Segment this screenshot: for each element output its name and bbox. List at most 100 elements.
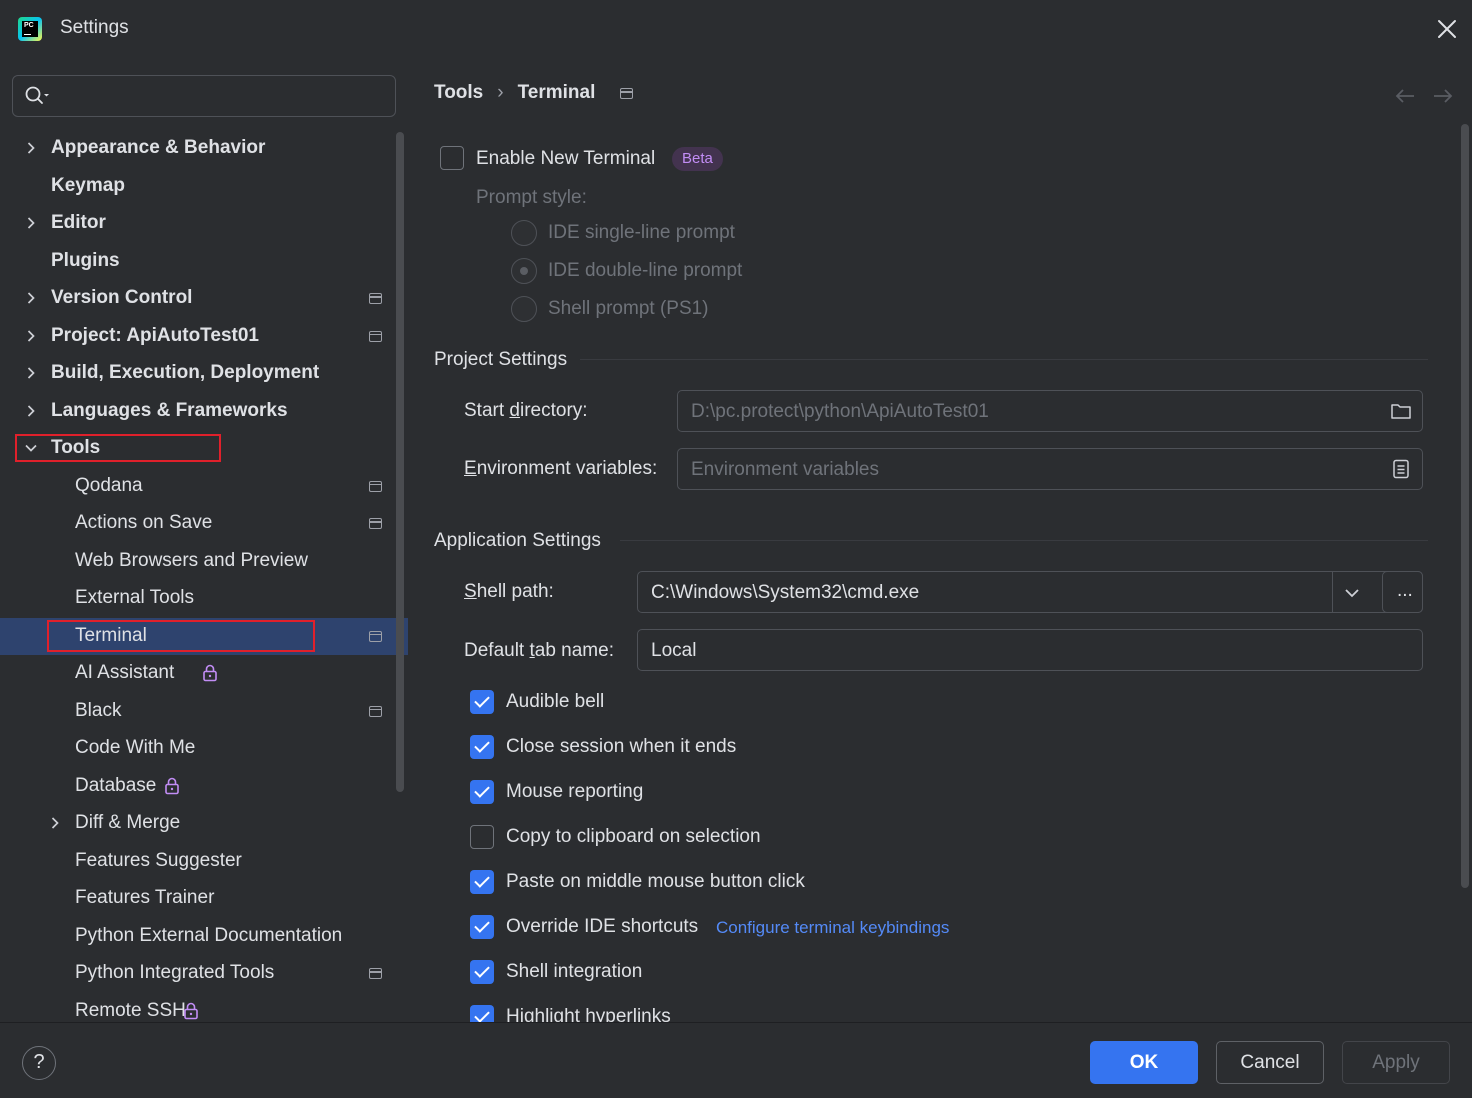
sidebar-item-label: AI Assistant [75, 662, 175, 683]
sidebar-item-label: Editor [51, 212, 106, 233]
search-input[interactable] [12, 75, 396, 117]
sidebar-item-project-apiautotest01[interactable]: Project: ApiAutoTest01 [0, 318, 398, 355]
sidebar-item-code-with-me[interactable]: Code With Me [0, 730, 398, 767]
cancel-button[interactable]: Cancel [1216, 1041, 1324, 1084]
sidebar-item-label: Python Integrated Tools [75, 962, 275, 983]
copy-to-clipboard-on-selection-checkbox[interactable] [470, 825, 494, 849]
breadcrumb-parent[interactable]: Tools [434, 82, 483, 104]
configure-terminal-keybindings-link[interactable]: Configure terminal keybindings [716, 918, 949, 938]
highlight-hyperlinks-checkbox[interactable] [470, 1005, 494, 1022]
section-divider [580, 359, 1428, 360]
sidebar-item-ai-assistant[interactable]: AI Assistant [0, 655, 398, 692]
pin-icon [620, 88, 633, 99]
sidebar-item-features-suggester[interactable]: Features Suggester [0, 843, 398, 880]
pin-icon [369, 968, 382, 979]
sidebar-item-label: External Tools [75, 587, 194, 608]
chevron-right-icon[interactable] [23, 290, 39, 306]
sidebar-item-label: Code With Me [75, 737, 196, 758]
close-session-when-it-ends-label: Close session when it ends [506, 736, 737, 757]
enable-new-terminal-checkbox[interactable] [440, 146, 464, 170]
sidebar-item-label: Features Suggester [75, 849, 242, 871]
sidebar-item-build-execution-deployment[interactable]: Build, Execution, Deployment [0, 355, 398, 392]
sidebar-item-database[interactable]: Database [0, 768, 398, 805]
sidebar-item-external-tools[interactable]: External Tools [0, 580, 398, 617]
chevron-right-icon[interactable] [23, 403, 39, 419]
pin-icon [369, 480, 382, 492]
beta-badge: Beta [672, 147, 723, 171]
sidebar-item-python-integrated-tools[interactable]: Python Integrated Tools [0, 955, 398, 992]
default-tab-name-field[interactable]: Local [637, 629, 1423, 671]
breadcrumb-current: Terminal [517, 82, 596, 103]
sidebar-item-version-control[interactable]: Version Control [0, 280, 398, 317]
sidebar-item-label: Qodana [75, 474, 143, 496]
mouse-reporting-checkbox[interactable] [470, 780, 494, 804]
sidebar-item-features-trainer[interactable]: Features Trainer [0, 880, 398, 917]
shell-integration-label: Shell integration [506, 961, 643, 982]
chevron-right-icon[interactable] [23, 140, 39, 156]
ok-button[interactable]: OK [1090, 1041, 1198, 1084]
chevron-right-icon[interactable] [23, 328, 39, 344]
paste-on-middle-mouse-button-click-checkbox[interactable] [470, 870, 494, 894]
close-icon[interactable] [1434, 16, 1460, 42]
project-settings-title: Project Settings [434, 349, 568, 370]
sidebar-item-actions-on-save[interactable]: Actions on Save [0, 505, 398, 542]
chevron-down-icon[interactable] [23, 440, 39, 456]
browse-button[interactable]: ... [1382, 571, 1423, 613]
sidebar-item-label: Appearance & Behavior [51, 137, 266, 158]
title-bar: PC Settings [0, 0, 1472, 58]
sidebar-item-appearance-behavior[interactable]: Appearance & Behavior [0, 130, 398, 167]
chevron-right-icon[interactable] [23, 215, 39, 231]
prompt-style-radio[interactable] [511, 296, 537, 322]
override-ide-shortcuts-checkbox[interactable] [470, 915, 494, 939]
close-session-when-it-ends-checkbox[interactable] [470, 735, 494, 759]
mouse-reporting-label: Mouse reporting [506, 781, 644, 802]
sidebar-item-plugins[interactable]: Plugins [0, 243, 398, 280]
shell-path-field[interactable]: C:\Windows\System32\cmd.exe [637, 571, 1423, 613]
sidebar-item-label: Languages & Frameworks [51, 399, 288, 421]
sidebar-item-terminal[interactable]: Terminal [0, 617, 408, 655]
sidebar-item-python-external-documentation[interactable]: Python External Documentation [0, 918, 398, 955]
sidebar-item-languages-frameworks[interactable]: Languages & Frameworks [0, 393, 398, 430]
override-ide-shortcuts-label: Override IDE shortcuts [506, 916, 699, 937]
sidebar-scrollbar[interactable] [396, 132, 404, 792]
help-button[interactable]: ? [22, 1046, 56, 1080]
sidebar-item-label: Python External Documentation [75, 924, 343, 946]
audible-bell-label: Audible bell [506, 691, 605, 712]
sidebar-item-label: Black [75, 699, 122, 721]
prompt-style-option-label: IDE double-line prompt [548, 260, 743, 281]
shell-path-value: C:\Windows\System32\cmd.exe [651, 582, 920, 603]
document-icon[interactable] [1390, 459, 1412, 479]
shell-integration-checkbox[interactable] [470, 960, 494, 984]
audible-bell-checkbox[interactable] [470, 690, 494, 714]
sidebar-item-tools[interactable]: Tools [0, 430, 398, 467]
apply-button[interactable]: Apply [1342, 1041, 1450, 1084]
prompt-style-radio[interactable] [511, 258, 537, 284]
sidebar-item-web-browsers-and-preview[interactable]: Web Browsers and Preview [0, 543, 398, 580]
prompt-style-radio[interactable] [511, 220, 537, 246]
sidebar-item-label: Features Trainer [75, 887, 215, 908]
sidebar-item-label: Database [75, 774, 157, 796]
chevron-right-icon[interactable] [23, 365, 39, 381]
sidebar-item-diff-merge[interactable]: Diff & Merge [0, 805, 398, 842]
search-icon [25, 86, 51, 106]
sidebar-item-qodana[interactable]: Qodana [0, 468, 398, 505]
folder-icon[interactable] [1390, 401, 1412, 421]
sidebar-item-editor[interactable]: Editor [0, 205, 398, 242]
sidebar-item-label: Diff & Merge [75, 812, 181, 833]
chevron-down-icon[interactable] [1341, 583, 1363, 603]
chevron-right-icon[interactable] [47, 815, 63, 831]
shell-path-dropdown[interactable] [1332, 572, 1333, 612]
breadcrumb: Tools › Terminal [434, 82, 595, 104]
content-scrollbar[interactable] [1461, 124, 1469, 888]
start-directory-value: D:\pc.protect\python\ApiAutoTest01 [691, 401, 989, 422]
forward-arrow-icon[interactable] [1432, 86, 1454, 106]
sidebar-item-black[interactable]: Black [0, 693, 398, 730]
pin-icon [369, 518, 382, 529]
start-directory-field[interactable]: D:\pc.protect\python\ApiAutoTest01 [677, 390, 1423, 432]
environment-variables-field[interactable]: Environment variables [677, 448, 1423, 490]
prompt-style-label: Prompt style: [476, 187, 587, 208]
sidebar-item-label: Keymap [51, 174, 125, 196]
back-arrow-icon[interactable] [1394, 86, 1416, 106]
lock-icon [164, 777, 180, 795]
sidebar-item-keymap[interactable]: Keymap [0, 168, 398, 205]
